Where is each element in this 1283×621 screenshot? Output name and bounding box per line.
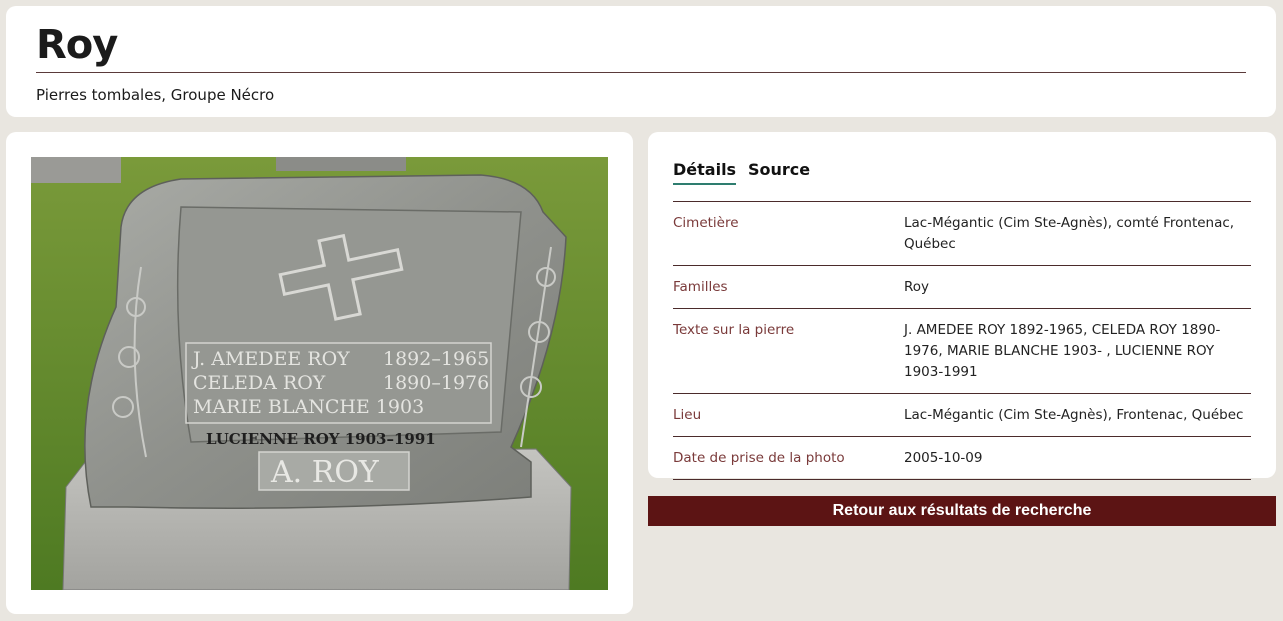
- row-value-cimetiere: Lac-Mégantic (Cim Ste-Agnès), comté Fron…: [904, 215, 1235, 252]
- table-row: Familles Roy: [673, 266, 1251, 309]
- page-subtitle: Pierres tombales, Groupe Nécro: [36, 86, 275, 104]
- row-value-familles: Roy: [904, 279, 930, 295]
- svg-text:MARIE BLANCHE 1903: MARIE BLANCHE 1903: [193, 396, 424, 418]
- table-row: Texte sur la pierre J. AMEDEE ROY 1892-1…: [673, 309, 1251, 394]
- row-label-texte: Texte sur la pierre: [673, 322, 795, 338]
- svg-text:A. ROY: A. ROY: [270, 455, 380, 490]
- row-label-date: Date de prise de la photo: [673, 450, 845, 466]
- svg-text:J. AMEDEE ROY: J. AMEDEE ROY: [191, 348, 350, 370]
- row-label-cimetiere: Cimetière: [673, 215, 739, 231]
- title-divider: [36, 72, 1246, 73]
- svg-text:1892–1965: 1892–1965: [383, 348, 489, 370]
- row-value-lieu: Lac-Mégantic (Cim Ste-Agnès), Frontenac,…: [904, 407, 1244, 423]
- page-title: Roy: [36, 22, 118, 68]
- row-label-lieu: Lieu: [673, 407, 702, 423]
- photo-card: J. AMEDEE ROY 1892–1965 CELEDA ROY 1890–…: [6, 132, 633, 614]
- svg-text:CELEDA ROY: CELEDA ROY: [193, 372, 326, 394]
- svg-text:LUCIENNE ROY 1903–1991: LUCIENNE ROY 1903–1991: [206, 430, 436, 448]
- row-label-familles: Familles: [673, 279, 728, 295]
- table-row: Date de prise de la photo 2005-10-09: [673, 437, 1251, 480]
- table-row: Lieu Lac-Mégantic (Cim Ste-Agnès), Front…: [673, 394, 1251, 437]
- tab-source[interactable]: Source: [748, 160, 810, 183]
- header-card: Roy Pierres tombales, Groupe Nécro: [6, 6, 1276, 117]
- table-row: Cimetière Lac-Mégantic (Cim Ste-Agnès), …: [673, 202, 1251, 266]
- row-value-texte: J. AMEDEE ROY 1892-1965, CELEDA ROY 1890…: [904, 322, 1221, 380]
- svg-text:1890–1976: 1890–1976: [383, 372, 489, 394]
- tab-details[interactable]: Détails: [673, 160, 737, 185]
- details-table: Cimetière Lac-Mégantic (Cim Ste-Agnès), …: [673, 201, 1251, 480]
- back-to-results-button[interactable]: Retour aux résultats de recherche: [648, 496, 1276, 526]
- row-value-date: 2005-10-09: [904, 450, 983, 466]
- details-card: Détails Source Cimetière Lac-Mégantic (C…: [648, 132, 1276, 480]
- tombstone-photo[interactable]: J. AMEDEE ROY 1892–1965 CELEDA ROY 1890–…: [31, 157, 608, 590]
